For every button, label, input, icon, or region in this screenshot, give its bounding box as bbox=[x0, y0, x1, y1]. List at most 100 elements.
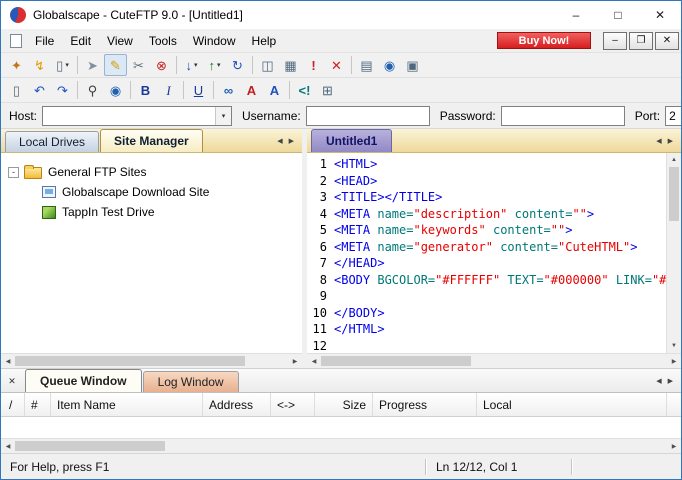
tab-site-manager[interactable]: Site Manager bbox=[100, 129, 203, 152]
bold-icon[interactable]: B bbox=[134, 79, 157, 101]
password-input[interactable] bbox=[501, 106, 625, 126]
html-tag-icon[interactable]: <! bbox=[293, 79, 316, 101]
properties-icon[interactable]: ▤ bbox=[355, 54, 378, 76]
font-color-icon[interactable]: A bbox=[240, 79, 263, 101]
tab-scroll-right-icon[interactable]: ▶ bbox=[289, 137, 294, 145]
upload-icon[interactable]: ↑▾ bbox=[203, 54, 226, 76]
font-icon[interactable]: A bbox=[263, 79, 286, 101]
host-combobox[interactable]: ▾ bbox=[42, 106, 232, 126]
queue-hscrollbar[interactable]: ◀ ▶ bbox=[1, 438, 681, 453]
column-header-item-name[interactable]: Item Name bbox=[51, 393, 203, 416]
editor-hscrollbar[interactable]: ◀ ▶ bbox=[307, 353, 681, 368]
buy-now-button[interactable]: Buy Now! bbox=[497, 32, 591, 49]
code-segment: content= bbox=[515, 207, 573, 221]
tab-scroll-right-icon[interactable]: ▶ bbox=[668, 137, 673, 145]
menu-view[interactable]: View bbox=[99, 31, 141, 51]
tab-local-drives[interactable]: Local Drives bbox=[5, 131, 99, 152]
close-panel-icon[interactable]: ✕ bbox=[5, 374, 19, 388]
schedule-icon[interactable]: ▦ bbox=[279, 54, 302, 76]
username-input[interactable] bbox=[306, 106, 430, 126]
mdi-window-controls: – ❐ ✕ bbox=[603, 32, 679, 50]
tree-item-general-ftp-sites[interactable]: -General FTP Sites bbox=[1, 162, 302, 182]
delete-icon[interactable]: ✕ bbox=[325, 54, 348, 76]
tree-item-globalscape-download-site[interactable]: Globalscape Download Site bbox=[1, 182, 302, 202]
column-header-address[interactable]: Address bbox=[203, 393, 271, 416]
browser-icon[interactable]: ◉ bbox=[104, 79, 127, 101]
tab-untitled1[interactable]: Untitled1 bbox=[311, 129, 392, 152]
scrollbar-thumb[interactable] bbox=[15, 356, 245, 366]
menu-file[interactable]: File bbox=[27, 31, 62, 51]
menu-edit[interactable]: Edit bbox=[62, 31, 99, 51]
minimize-button[interactable]: – bbox=[555, 1, 597, 29]
undo-icon[interactable]: ↶ bbox=[28, 79, 51, 101]
scrollbar-thumb[interactable] bbox=[669, 167, 679, 221]
column-header-local[interactable]: Local bbox=[477, 393, 667, 416]
new-document-icon[interactable]: ▯ bbox=[5, 79, 28, 101]
combo-dropdown-icon[interactable]: ▾ bbox=[215, 107, 231, 125]
insert-table-icon[interactable]: ⊞ bbox=[316, 79, 339, 101]
scroll-left-icon[interactable]: ◀ bbox=[307, 354, 321, 368]
column-header-transfer-direction[interactable]: <-> bbox=[271, 393, 315, 416]
title-bar[interactable]: Globalscape - CuteFTP 9.0 - [Untitled1] … bbox=[1, 1, 681, 29]
priority-icon[interactable]: ! bbox=[302, 54, 325, 76]
left-pane-hscrollbar[interactable]: ◀ ▶ bbox=[1, 353, 302, 368]
tab-scroll-left-icon[interactable]: ◀ bbox=[656, 377, 661, 385]
scroll-right-icon[interactable]: ▶ bbox=[288, 354, 302, 368]
pointer-icon[interactable]: ➤ bbox=[81, 54, 104, 76]
italic-icon[interactable]: I bbox=[157, 79, 180, 101]
menu-tools[interactable]: Tools bbox=[141, 31, 185, 51]
new-item-icon[interactable]: ▯▾ bbox=[51, 54, 74, 76]
tree-item-label: Globalscape Download Site bbox=[62, 185, 209, 199]
tab-scroll-right-icon[interactable]: ▶ bbox=[668, 377, 673, 385]
column-header-number[interactable]: # bbox=[25, 393, 51, 416]
scrollbar-thumb[interactable] bbox=[321, 356, 471, 366]
tab-log-window[interactable]: Log Window bbox=[143, 371, 239, 392]
queue-body[interactable] bbox=[1, 417, 681, 438]
redo-icon[interactable]: ↷ bbox=[51, 79, 74, 101]
mdi-restore-button[interactable]: ❐ bbox=[629, 32, 653, 50]
stop-icon[interactable]: ⊗ bbox=[150, 54, 173, 76]
scrollbar-track[interactable] bbox=[667, 221, 681, 339]
scrollbar-thumb[interactable] bbox=[15, 441, 165, 451]
code-area[interactable]: 1<HTML>2<HEAD>3<TITLE></TITLE>4<META nam… bbox=[307, 153, 666, 353]
code-segment: content= bbox=[493, 223, 551, 237]
hyperlink-icon[interactable]: ∞ bbox=[217, 79, 240, 101]
mdi-minimize-button[interactable]: – bbox=[603, 32, 627, 50]
compare-icon[interactable]: ◫ bbox=[256, 54, 279, 76]
disconnect-icon[interactable]: ✂ bbox=[127, 54, 150, 76]
tree-expander-icon[interactable]: - bbox=[8, 167, 19, 178]
tree-item-label: TappIn Test Drive bbox=[62, 205, 155, 219]
underline-icon[interactable]: U bbox=[187, 79, 210, 101]
host-monitor-icon[interactable]: ▣ bbox=[401, 54, 424, 76]
editor-vscrollbar[interactable]: ▲ ▼ bbox=[666, 153, 681, 353]
column-header-size[interactable]: Size bbox=[315, 393, 373, 416]
scroll-right-icon[interactable]: ▶ bbox=[667, 439, 681, 453]
tab-scroll-left-icon[interactable]: ◀ bbox=[277, 137, 282, 145]
find-icon[interactable]: ⚲ bbox=[81, 79, 104, 101]
tree-item-tappin-test-drive[interactable]: TappIn Test Drive bbox=[1, 202, 302, 222]
refresh-icon[interactable]: ↻ bbox=[226, 54, 249, 76]
download-icon[interactable]: ↓▾ bbox=[180, 54, 203, 76]
scroll-up-icon[interactable]: ▲ bbox=[667, 153, 681, 167]
close-button[interactable]: ✕ bbox=[639, 1, 681, 29]
tab-queue-window[interactable]: Queue Window bbox=[25, 369, 142, 392]
column-header-progress[interactable]: Progress bbox=[373, 393, 477, 416]
scroll-left-icon[interactable]: ◀ bbox=[1, 439, 15, 453]
scroll-right-icon[interactable]: ▶ bbox=[667, 354, 681, 368]
port-input[interactable] bbox=[665, 106, 681, 126]
document-icon[interactable] bbox=[10, 34, 22, 48]
column-header-direction-flag[interactable]: / bbox=[3, 393, 25, 416]
scroll-down-icon[interactable]: ▼ bbox=[667, 339, 681, 353]
menu-window[interactable]: Window bbox=[185, 31, 244, 51]
quick-connect-icon[interactable]: ↯ bbox=[28, 54, 51, 76]
scroll-left-icon[interactable]: ◀ bbox=[1, 354, 15, 368]
maximize-button[interactable]: □ bbox=[597, 1, 639, 29]
highlighter-icon[interactable]: ✎ bbox=[104, 54, 127, 76]
tab-scroll-left-icon[interactable]: ◀ bbox=[656, 137, 661, 145]
connection-wizard-icon[interactable]: ✦ bbox=[5, 54, 28, 76]
mdi-close-button[interactable]: ✕ bbox=[655, 32, 679, 50]
menu-help[interactable]: Help bbox=[244, 31, 285, 51]
world-icon[interactable]: ◉ bbox=[378, 54, 401, 76]
line-number: 6 bbox=[307, 240, 334, 254]
line-number: 5 bbox=[307, 223, 334, 237]
